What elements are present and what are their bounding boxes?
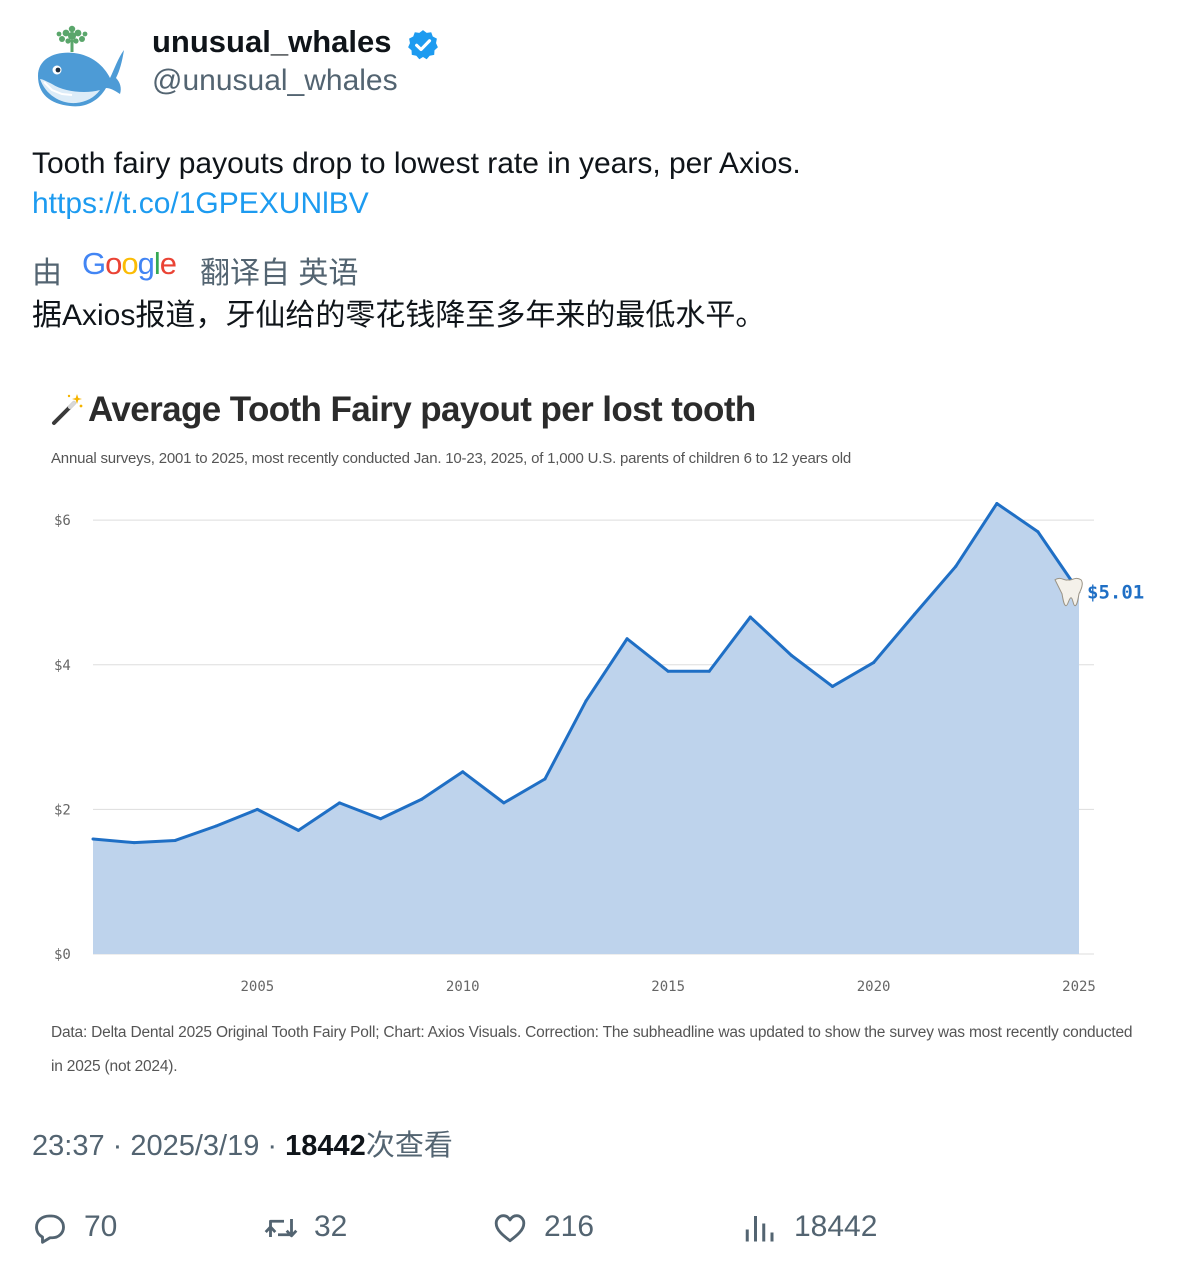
tweet-date[interactable]: 2025/3/19 <box>130 1130 259 1162</box>
chart-subtitle: Annual surveys, 2001 to 2025, most recen… <box>51 450 852 467</box>
bar-chart-icon <box>745 1216 774 1242</box>
tweet-meta: 23:37 · 2025/3/19 · 18442次查看 <box>32 1130 453 1162</box>
data-point-2007 <box>338 801 341 805</box>
data-point-2017 <box>748 615 752 619</box>
data-point-2024 <box>1036 530 1040 534</box>
translated-by-label: 由 <box>32 257 62 290</box>
magic-wand-icon <box>52 394 83 425</box>
avatar[interactable] <box>32 24 126 114</box>
data-point-2014 <box>625 637 629 641</box>
whale-logo-icon <box>38 25 124 107</box>
retweet-count: 32 <box>314 1210 348 1243</box>
y-tick-label: $4 <box>54 658 71 674</box>
views-count: 18442 <box>794 1210 878 1243</box>
data-point-2012 <box>543 777 547 781</box>
translated-from-label: 翻译自 英语 <box>200 257 359 290</box>
area-fill <box>93 503 1079 954</box>
handle[interactable]: @unusual_whales <box>152 64 398 98</box>
x-tick-label: 2010 <box>446 979 480 995</box>
tooth-fairy-area-chart: $0 $2 $4 $6 2005 2010 2015 2020 2025 $5.01 <box>54 502 1144 995</box>
tweet-link[interactable]: https://t.co/1GPEXUNlBV <box>32 184 369 224</box>
google-logo[interactable]: Google <box>82 246 177 282</box>
y-tick-label: $2 <box>54 802 71 818</box>
x-tick-label: 2020 <box>857 979 891 995</box>
data-point-2009 <box>420 797 424 801</box>
views-label: 次查看 <box>365 1130 453 1162</box>
x-tick-label: 2025 <box>1062 979 1096 995</box>
data-point-2015 <box>666 669 670 673</box>
data-point-2021 <box>913 612 917 616</box>
like-count: 216 <box>544 1210 595 1243</box>
chart-source-note: Data: Delta Dental 2025 Original Tooth F… <box>51 1024 1133 1075</box>
data-point-2020 <box>872 661 876 665</box>
tweet-time[interactable]: 23:37 <box>32 1130 105 1162</box>
y-tick-label: $0 <box>54 947 71 963</box>
data-point-2005 <box>255 807 259 811</box>
retweet-icon <box>264 1219 298 1238</box>
end-value-label: $5.01 <box>1087 582 1144 604</box>
verified-badge-icon <box>406 28 440 62</box>
chart-title: Average Tooth Fairy payout per lost toot… <box>88 390 756 429</box>
data-point-2006 <box>296 828 300 832</box>
view-count: 18442 <box>285 1130 366 1162</box>
data-point-2001 <box>91 837 95 841</box>
data-point-2023 <box>995 502 999 506</box>
y-tick-label: $6 <box>54 513 71 529</box>
data-point-2016 <box>707 669 711 673</box>
reply-icon <box>35 1214 65 1244</box>
data-point-2011 <box>502 801 506 805</box>
x-tick-label: 2005 <box>240 979 274 995</box>
translated-text: 据Axios报道，牙仙给的零花钱降至多年来的最低水平。 <box>32 299 766 332</box>
data-point-2013 <box>584 699 588 703</box>
heart-icon <box>494 1214 526 1243</box>
data-point-2018 <box>789 653 793 657</box>
data-point-2010 <box>461 770 465 774</box>
data-point-2002 <box>132 841 136 845</box>
tweet-text: Tooth fairy payouts drop to lowest rate … <box>32 147 801 180</box>
x-tick-label: 2015 <box>651 979 685 995</box>
display-name[interactable]: unusual_whales <box>152 24 391 60</box>
data-point-2022 <box>954 564 958 568</box>
reply-count: 70 <box>84 1210 118 1243</box>
data-point-2003 <box>173 838 177 842</box>
data-point-2019 <box>831 684 834 688</box>
data-point-2004 <box>214 824 218 828</box>
data-point-2008 <box>379 817 383 821</box>
